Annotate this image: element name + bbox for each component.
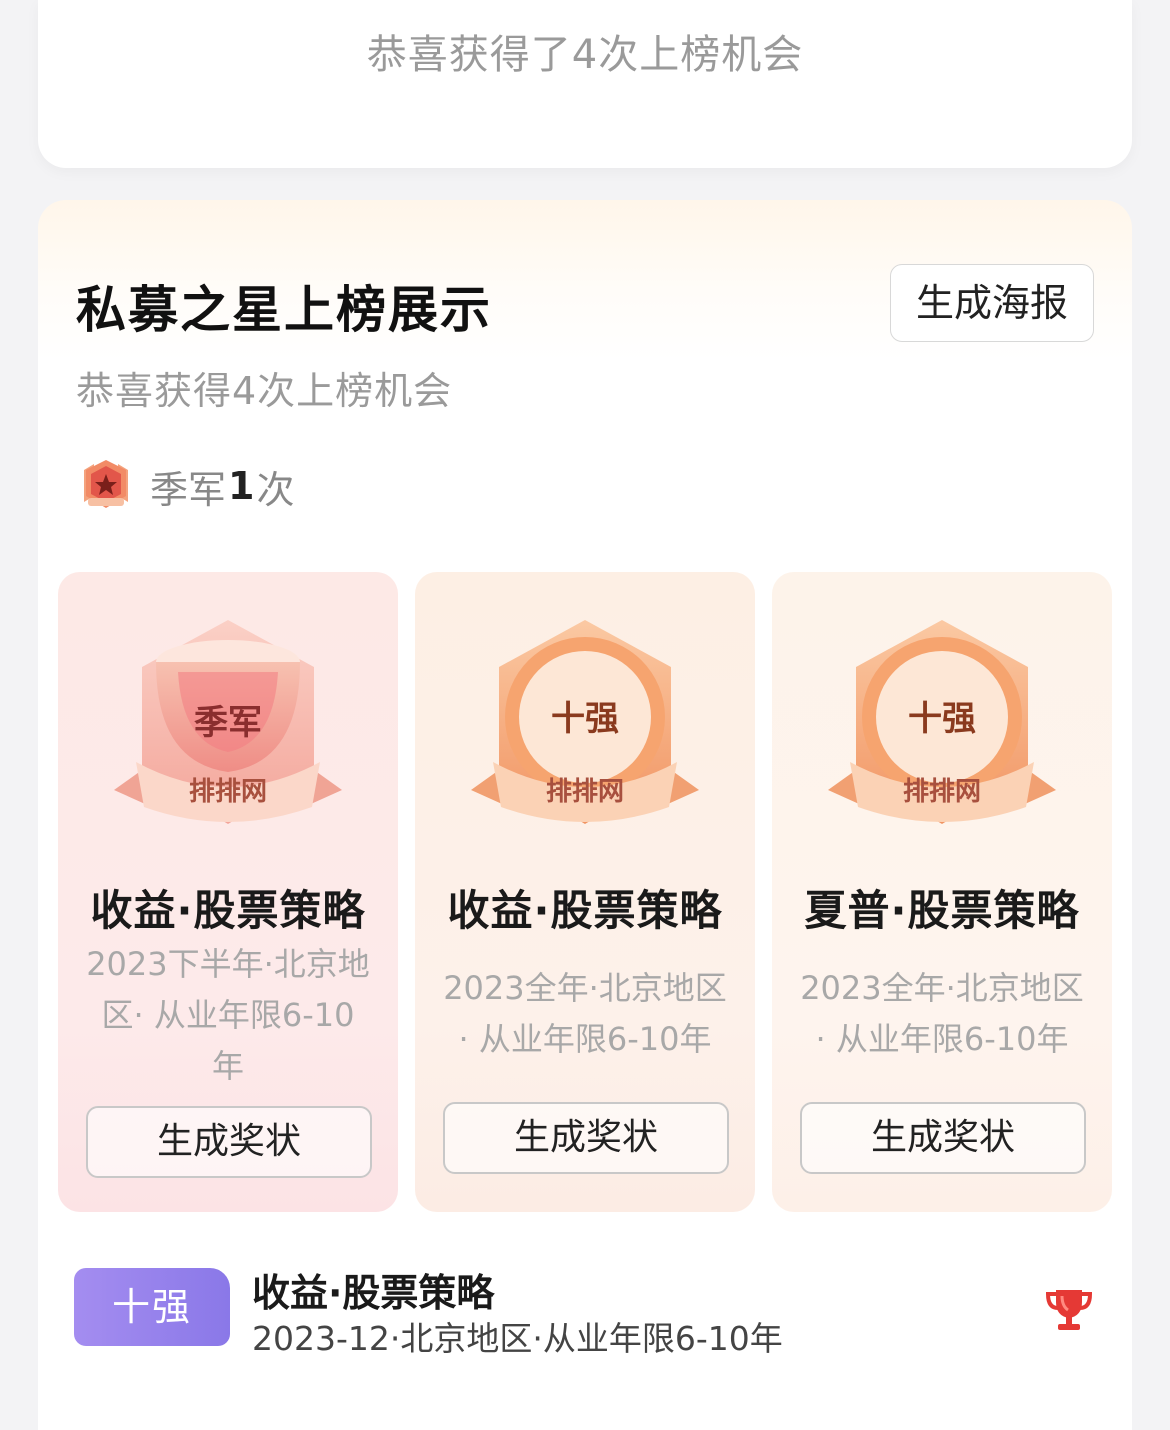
section-subtitle: 恭喜获得4次上榜机会	[76, 369, 453, 413]
badge-rank-text: 十强	[908, 699, 976, 739]
rank-count-unit: 次	[256, 467, 295, 512]
award-card: 十强 排排网 收益·股票策略 2023全年·北京地区 · 从业年限6-10年 生…	[415, 572, 755, 1212]
award-description: 2023下半年·北京地区· 从业年限6-10年	[86, 945, 370, 1085]
section-title: 私募之星上榜展示	[76, 281, 492, 339]
medal-icon	[84, 460, 128, 508]
record-description: 2023-12·北京地区·从业年限6-10年	[252, 1319, 783, 1358]
trophy-icon[interactable]	[1044, 1284, 1094, 1334]
generate-certificate-button[interactable]: 生成奖状	[86, 1106, 372, 1178]
top-ten-badge-icon: 十强 排排网	[828, 620, 1056, 824]
record-title: 收益·股票策略	[252, 1271, 495, 1315]
ranking-record-row[interactable]: 十强 收益·股票策略 2023-12·北京地区·从业年限6-10年	[74, 1262, 1114, 1358]
award-card: 季军 排排网 收益·股票策略 2023下半年·北京地区· 从业年限6-10年 生…	[58, 572, 398, 1212]
rank-count-summary: 季军 1 次	[76, 456, 294, 516]
award-description: 2023全年·北京地区 · 从业年限6-10年	[800, 969, 1084, 1058]
generate-certificate-button[interactable]: 生成奖状	[800, 1102, 1086, 1174]
award-title: 收益·股票策略	[447, 886, 723, 935]
rank-tag: 十强	[74, 1268, 230, 1346]
previous-card-subtitle: 恭喜获得了4次上榜机会	[366, 32, 804, 78]
top-ten-badge-icon: 十强 排排网	[471, 620, 699, 824]
previous-card: 恭喜获得了4次上榜机会	[38, 0, 1132, 168]
rank-count-label: 季军	[150, 467, 227, 512]
badge-brand-text: 排排网	[546, 777, 624, 807]
ranking-showcase-card: 私募之星上榜展示 生成海报 恭喜获得4次上榜机会 季军 1 次 季军 排排网 收…	[38, 200, 1132, 1430]
award-title: 夏普·股票策略	[804, 886, 1080, 935]
generate-poster-button[interactable]: 生成海报	[890, 264, 1094, 342]
award-description: 2023全年·北京地区 · 从业年限6-10年	[443, 969, 727, 1058]
badge-brand-text: 排排网	[189, 777, 267, 807]
badge-rank-text: 十强	[551, 699, 619, 739]
generate-certificate-button[interactable]: 生成奖状	[443, 1102, 729, 1174]
badge-rank-text: 季军	[194, 703, 262, 743]
third-place-badge-icon: 季军 排排网	[114, 620, 342, 824]
award-title: 收益·股票策略	[90, 886, 366, 935]
rank-count-number: 1	[228, 464, 255, 508]
badge-brand-text: 排排网	[903, 777, 981, 807]
award-card: 十强 排排网 夏普·股票策略 2023全年·北京地区 · 从业年限6-10年 生…	[772, 572, 1112, 1212]
